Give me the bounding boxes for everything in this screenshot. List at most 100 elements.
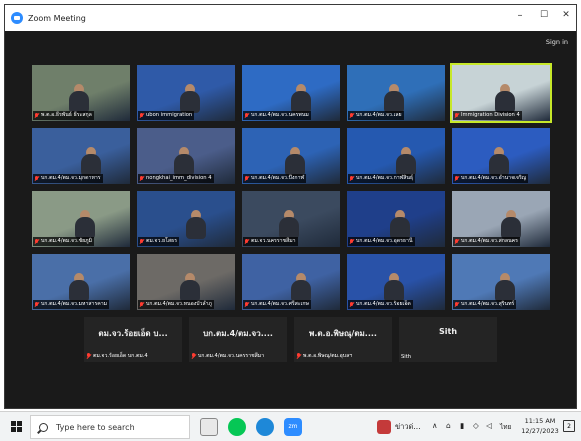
clock-time: 11:15 AM <box>524 417 556 425</box>
video-tile[interactable]: Immigration Division 4 <box>450 63 552 123</box>
participant-name: บก.ตม.4/ตม.จว.มหาสารคาม <box>41 301 108 307</box>
taskbar-search-box[interactable]: Type here to search <box>30 415 190 439</box>
sign-in-link[interactable]: Sign in <box>546 38 568 46</box>
participant-name-label: บก.ตม.4/ตม.จว.ศรีสะเกษ <box>243 300 311 309</box>
name-only-tile[interactable]: ตม.จว.ร้อยเอ็ด บ... ตม.จว.ร้อยเอ็ด บก.ตม.… <box>84 317 182 362</box>
participant-name: บก.ตม.4/ตม.จว.กาฬสินธุ์ <box>356 175 414 181</box>
participant-body <box>390 217 410 239</box>
participant-name-label: บก.ตม.4/ตม.จว.นครราชสีมา <box>191 352 264 360</box>
muted-mic-icon <box>349 238 354 245</box>
participant-name: บก.ตม.4/ตม.จว.สกลนคร <box>461 238 518 244</box>
search-placeholder: Type here to search <box>56 422 135 432</box>
network-icon[interactable]: ⌂ <box>446 421 451 430</box>
participant-name: บก.ตม.4/ตม.จว.นครพนม <box>251 112 309 118</box>
muted-mic-icon <box>244 238 249 245</box>
video-tile[interactable]: ตม.จว.นครราชสีมา <box>242 191 340 247</box>
participant-body <box>180 91 200 113</box>
video-tile[interactable]: บก.ตม.4/ตม.จว.อำนาจเจริญ <box>452 128 550 184</box>
participant-name-label: บก.ตม.4/ตม.จว.เลย <box>348 111 404 120</box>
participant-name: บก.ตม.4/ตม.จว.ศรีสะเกษ <box>251 301 309 307</box>
video-tile[interactable]: บก.ตม.4/ตม.จว.บึงกาฬ <box>242 128 340 184</box>
participant-name: บก.ตม.4/ตม.จว.ร้อยเอ็ด <box>356 301 411 307</box>
video-tile[interactable]: บก.ตม.4/ตม.จว.เลย <box>347 65 445 121</box>
participant-body <box>69 91 89 113</box>
search-icon <box>39 422 48 432</box>
participant-name-label: nongkhai_imm_division 4 <box>138 174 214 183</box>
video-tile[interactable]: บก.ตม.4/ตม.จว.สุรินทร์ <box>452 254 550 310</box>
video-tile[interactable]: บก.ตม.4/ตม.จว.ชัยภูมิ <box>32 191 130 247</box>
close-button[interactable]: ✕ <box>557 10 575 20</box>
participant-body <box>396 154 416 176</box>
muted-mic-icon <box>244 112 249 119</box>
participant-body <box>279 217 299 239</box>
muted-mic-icon <box>454 175 459 182</box>
taskbar: Type here to search zm ข่าวด่... ∧ ⌂ ▮ ◇… <box>0 411 581 441</box>
window-title: Zoom Meeting <box>28 13 86 23</box>
wifi-icon[interactable]: ◇ <box>473 421 479 430</box>
video-tile[interactable]: ubon immigration <box>137 65 235 121</box>
line-app-icon[interactable] <box>228 418 246 436</box>
video-tile[interactable]: บก.ตม.4/ตม.จว.หนองบัวลำภู <box>137 254 235 310</box>
news-widget-label[interactable]: ข่าวด่... <box>395 421 421 433</box>
video-tile[interactable]: บก.ตม.4/ตม.จว.กาฬสินธุ์ <box>347 128 445 184</box>
edge-browser-icon[interactable] <box>256 418 274 436</box>
participant-name-label: ตม.จว.ยโสธร <box>138 237 179 246</box>
participant-name: ตม.จว.นครราชสีมา <box>251 238 296 244</box>
participant-name: ubon immigration <box>146 112 193 118</box>
notification-center-icon[interactable]: 2 <box>563 420 575 432</box>
name-only-tile[interactable]: บก.ตม.4/ตม.จว.... บก.ตม.4/ตม.จว.นครราชสีม… <box>189 317 287 362</box>
participant-body <box>180 280 200 302</box>
participant-body <box>174 154 194 176</box>
news-widget-icon[interactable] <box>377 420 391 434</box>
video-tile[interactable]: nongkhai_imm_division 4 <box>137 128 235 184</box>
participant-display-name: ตม.จว.ร้อยเอ็ด บ... <box>98 329 168 338</box>
participant-name-label: บก.ตม.4/ตม.จว.ชัยภูมิ <box>33 237 95 246</box>
muted-mic-icon <box>34 238 39 245</box>
video-tile[interactable]: บก.ตม.4/ตม.จว.นครพนม <box>242 65 340 121</box>
video-tile[interactable]: ตม.จว.ยโสธร <box>137 191 235 247</box>
participant-name: บก.ตม.4/ตม.จว.มุกดาหาร <box>41 175 101 181</box>
participant-name-label: บก.ตม.4/ตม.จว.มุกดาหาร <box>33 174 103 183</box>
participant-name-label: บก.ตม.4/ตม.จว.สุรินทร์ <box>453 300 517 309</box>
participant-name: nongkhai_imm_division 4 <box>146 175 212 181</box>
participant-body <box>75 217 95 239</box>
name-only-tile[interactable]: Sith Sith <box>399 317 497 362</box>
video-tile[interactable]: บก.ตม.4/ตม.จว.ร้อยเอ็ด <box>347 254 445 310</box>
muted-mic-icon <box>349 175 354 182</box>
video-tile[interactable]: บก.ตม.4/ตม.จว.มุกดาหาร <box>32 128 130 184</box>
video-tile[interactable]: บก.ตม.4/ตม.จว.ศรีสะเกษ <box>242 254 340 310</box>
minimize-button[interactable]: – <box>511 10 529 21</box>
video-tile[interactable]: บก.ตม.4/ตม.จว.มหาสารคาม <box>32 254 130 310</box>
participant-name: Immigration Division 4 <box>461 112 520 118</box>
participant-name-label: Sith <box>401 354 411 360</box>
participant-name: พ.ต.อ.ธีรพันธ์ ธีระสกุล <box>41 112 92 118</box>
speaker-icon[interactable]: ◁ <box>486 421 492 430</box>
participant-body <box>285 154 305 176</box>
clock[interactable]: 11:15 AM 12/27/2023 <box>520 416 560 436</box>
name-only-tile[interactable]: พ.ต.อ.พิษณุ/ตม.... พ.ต.อ.พิษณุ/ตม.อุบลฯ <box>294 317 392 362</box>
participant-body <box>186 217 206 239</box>
video-tile[interactable]: พ.ต.อ.ธีรพันธ์ ธีระสกุล <box>32 65 130 121</box>
participant-name: Sith <box>401 354 412 360</box>
participant-name: บก.ตม.4/ตม.จว.บึงกาฬ <box>251 175 305 181</box>
participant-body <box>384 280 404 302</box>
participant-name: บก.ตม.4/ตม.จว.ชัยภูมิ <box>41 238 93 244</box>
windows-start-icon[interactable] <box>11 421 23 433</box>
participant-name-label: บก.ตม.4/ตม.จว.ร้อยเอ็ด <box>348 300 413 309</box>
muted-mic-icon <box>34 112 39 119</box>
participant-body <box>501 217 521 239</box>
maximize-button[interactable]: ☐ <box>535 10 553 20</box>
video-tile[interactable]: บก.ตม.4/ตม.จว.อุดรธานี <box>347 191 445 247</box>
language-indicator[interactable]: ไทย <box>500 422 511 432</box>
participant-body <box>384 91 404 113</box>
participant-name-label: Immigration Division 4 <box>453 111 522 120</box>
participant-name-label: บก.ตม.4/ตม.จว.นครพนม <box>243 111 311 120</box>
video-tile[interactable]: บก.ตม.4/ตม.จว.สกลนคร <box>452 191 550 247</box>
battery-icon[interactable]: ▮ <box>460 421 464 430</box>
task-view-icon[interactable] <box>200 418 218 436</box>
chevron-up-icon[interactable]: ∧ <box>432 421 438 430</box>
participant-name-label: ubon immigration <box>138 111 195 120</box>
zoom-app-icon[interactable]: zm <box>284 418 302 436</box>
participant-name: บก.ตม.4/ตม.จว.นครราชสีมา <box>198 353 265 359</box>
muted-mic-icon <box>191 353 196 359</box>
